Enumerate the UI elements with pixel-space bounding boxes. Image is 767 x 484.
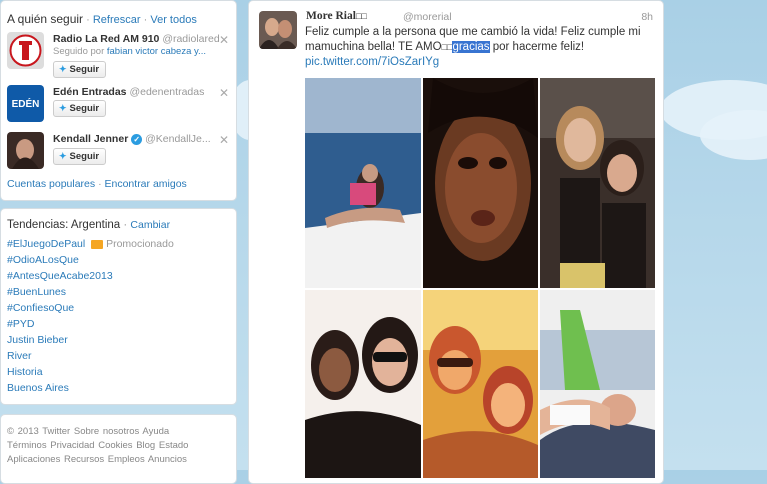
footer-link-ads[interactable]: Anuncios (148, 454, 187, 465)
separator: · (123, 219, 128, 231)
footer-link-blog[interactable]: Blog (136, 440, 155, 451)
view-all-link[interactable]: Ver todos (150, 14, 196, 26)
collage-photo-closeup[interactable] (423, 78, 538, 288)
suggestion-edenentradas: EDÉN Edén Entradas @edenentradas ✦ Seguir… (7, 85, 233, 129)
photo-orange-image (423, 290, 538, 478)
tweet-card: More Rial□□ @morerial 8h Feliz cumple a … (248, 0, 664, 484)
footer-link-status[interactable]: Estado (159, 440, 189, 451)
wtf-footer-links: Cuentas populares · Encontrar amigos (7, 178, 187, 190)
footer-link-terms[interactable]: Términos (7, 440, 47, 451)
photo-boat-image (305, 78, 421, 288)
copyright: © 2013 Twitter (7, 426, 71, 437)
separator: · (98, 178, 102, 190)
footer-link-about[interactable]: Sobre nosotros (74, 426, 139, 437)
follow-button[interactable]: ✦ Seguir (53, 100, 107, 117)
tweet-author-name[interactable]: More Rial□□ (306, 10, 367, 22)
tweet-author-handle[interactable]: @morerial (403, 11, 452, 23)
who-to-follow-panel: A quién seguir · Refrescar · Ver todos R… (0, 0, 237, 201)
change-trends-link[interactable]: Cambiar (130, 219, 170, 231)
close-icon[interactable]: ✕ (219, 33, 229, 47)
footer-line-2: Términos Privacidad Cookies Blog Estado (7, 440, 188, 451)
avatar[interactable] (259, 11, 297, 49)
bird-icon: ✦ (59, 151, 67, 161)
collage-photo-two-girls[interactable] (540, 78, 655, 288)
trend-item[interactable]: Historia (7, 366, 43, 378)
tweet-text-glyphs: □□ (441, 42, 453, 52)
trend-item[interactable]: #OdioALosQue (7, 254, 79, 266)
tweet-media-link[interactable]: pic.twitter.com/7iOsZarIYg (305, 56, 439, 68)
footer-link-apps[interactable]: Aplicaciones (7, 454, 60, 465)
trend-item[interactable]: River (7, 350, 32, 362)
photo-sunglasses-image (305, 290, 421, 478)
avatar[interactable] (7, 32, 44, 69)
footer-link-jobs[interactable]: Empleos (108, 454, 145, 465)
trend-item[interactable]: Buenos Aires (7, 382, 69, 394)
verified-icon: ✓ (131, 133, 143, 145)
trend-item[interactable]: #ConfiesoQue (7, 302, 74, 314)
avatar[interactable] (7, 132, 44, 169)
who-to-follow-title: A quién seguir (7, 12, 84, 26)
refresh-link[interactable]: Refrescar (93, 14, 141, 26)
tweet-text: Feliz cumple a la persona que me cambió … (305, 25, 645, 70)
close-icon[interactable]: ✕ (219, 86, 229, 100)
footer-line-1: © 2013 Twitter Sobre nosotros Ayuda (7, 426, 169, 437)
name-glyphs: □□ (355, 11, 367, 21)
collage-photo-pool[interactable] (540, 290, 655, 478)
popular-accounts-link[interactable]: Cuentas populares (7, 178, 95, 190)
user-name[interactable]: Radio La Red AM 910 @radiolared (53, 33, 220, 45)
trend-item[interactable]: #AntesQueAcabe2013 (7, 270, 113, 282)
user-name[interactable]: Kendall Jenner ✓ @KendallJe... (53, 133, 211, 145)
footer-link-resources[interactable]: Recursos (64, 454, 104, 465)
footer-link-help[interactable]: Ayuda (142, 426, 169, 437)
suggestion-kendalljenner: Kendall Jenner ✓ @KendallJe... ✦ Seguir ✕ (7, 132, 233, 176)
photo-two-girls-image (540, 78, 655, 288)
promoted-label: Promocionado (106, 238, 174, 250)
footer-link-privacy[interactable]: Privacidad (50, 440, 94, 451)
footer-panel: © 2013 Twitter Sobre nosotros Ayuda Térm… (0, 414, 237, 484)
footer-line-3: Aplicaciones Recursos Empleos Anuncios (7, 454, 187, 465)
selected-text: gracias (452, 41, 490, 53)
footer-link-cookies[interactable]: Cookies (98, 440, 132, 451)
trend-item[interactable]: #ElJuegoDePaul Promocionado (7, 238, 174, 250)
trend-item[interactable]: #PYD (7, 318, 34, 330)
photo-pool-image (540, 290, 655, 478)
followed-by: Seguido por fabian victor cabeza y... (53, 46, 206, 57)
trend-item[interactable]: #BuenLunes (7, 286, 66, 298)
avatar[interactable]: EDÉN (7, 85, 44, 122)
promoted-icon (91, 239, 104, 249)
bird-icon: ✦ (59, 64, 67, 74)
user-name[interactable]: Edén Entradas @edenentradas (53, 86, 204, 98)
photo-closeup-image (423, 78, 538, 288)
trends-title: Tendencias: Argentina (7, 219, 121, 231)
close-icon[interactable]: ✕ (219, 133, 229, 147)
trends-header: Tendencias: Argentina · Cambiar (7, 219, 170, 231)
tweet-timestamp[interactable]: 8h (641, 11, 653, 23)
collage-photo-boat[interactable] (305, 78, 421, 288)
bird-icon: ✦ (59, 103, 67, 113)
tweet-text-part2: por hacerme feliz! (489, 41, 585, 53)
eden-logo-text: EDÉN (12, 97, 40, 110)
follow-button[interactable]: ✦ Seguir (53, 148, 107, 165)
collage-photo-sunglasses[interactable] (305, 290, 421, 478)
trends-panel: Tendencias: Argentina · Cambiar #ElJuego… (0, 208, 237, 405)
photo-collage[interactable] (305, 78, 655, 478)
trend-item[interactable]: Justin Bieber (7, 334, 68, 346)
collage-photo-orange[interactable] (423, 290, 538, 478)
follow-button[interactable]: ✦ Seguir (53, 61, 107, 78)
who-to-follow-header: A quién seguir · Refrescar · Ver todos (7, 12, 197, 26)
find-friends-link[interactable]: Encontrar amigos (105, 178, 187, 190)
suggestion-radiolared: Radio La Red AM 910 @radiolared Seguido … (7, 32, 233, 78)
